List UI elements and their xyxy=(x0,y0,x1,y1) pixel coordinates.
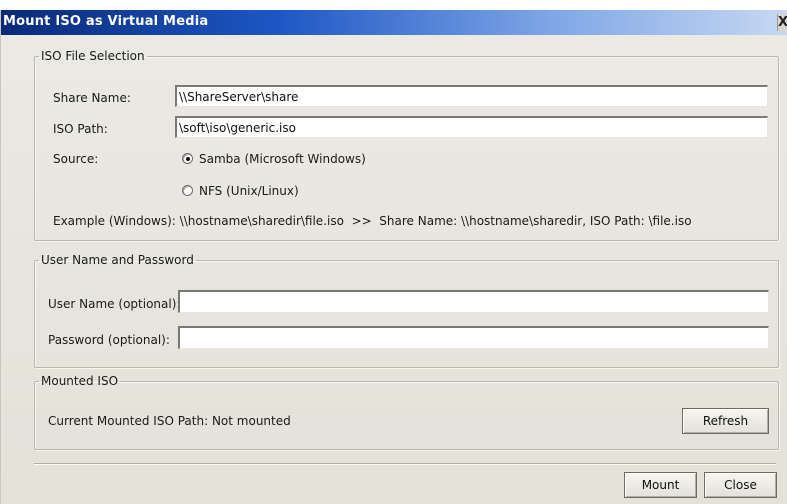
example-hint-text: Example (Windows): \\hostname\sharedir\f… xyxy=(53,214,692,228)
close-window-icon[interactable]: X xyxy=(777,14,787,31)
iso-path-input[interactable]: \soft\iso\generic.iso xyxy=(175,116,768,138)
iso-path-label: ISO Path: xyxy=(53,122,108,136)
share-name-input[interactable]: \\ShareServer\share xyxy=(175,85,768,107)
username-label: User Name (optional): xyxy=(48,297,181,311)
nfs-option-label[interactable]: NFS (Unix/Linux) xyxy=(199,184,299,198)
radio-selected-dot xyxy=(186,157,190,161)
samba-radio-button[interactable] xyxy=(182,153,193,164)
footer-separator xyxy=(34,463,776,465)
mounted-iso-status: Current Mounted ISO Path: Not mounted xyxy=(48,414,291,428)
password-label: Password (optional): xyxy=(48,333,170,347)
samba-option-label[interactable]: Samba (Microsoft Windows) xyxy=(199,152,366,166)
refresh-button[interactable]: Refresh xyxy=(682,408,769,434)
mounted-iso-legend: Mounted ISO xyxy=(41,374,119,388)
iso-file-selection-group: ISO File Selection xyxy=(34,49,779,241)
mounted-iso-group: Mounted ISO xyxy=(34,374,779,450)
title-bar[interactable]: Mount ISO as Virtual Media X xyxy=(1,10,787,35)
mount-button[interactable]: Mount xyxy=(624,472,697,498)
credentials-legend: User Name and Password xyxy=(41,253,194,267)
nfs-radio-button[interactable] xyxy=(182,185,193,196)
share-name-label: Share Name: xyxy=(53,91,131,105)
window-title: Mount ISO as Virtual Media xyxy=(3,14,209,29)
username-input[interactable] xyxy=(178,290,769,313)
source-label: Source: xyxy=(53,152,99,166)
close-button[interactable]: Close xyxy=(704,472,777,498)
mount-iso-dialog: Mount ISO as Virtual Media X ISO File Se… xyxy=(0,10,787,504)
password-input[interactable] xyxy=(178,326,769,349)
iso-file-selection-legend: ISO File Selection xyxy=(41,49,145,63)
